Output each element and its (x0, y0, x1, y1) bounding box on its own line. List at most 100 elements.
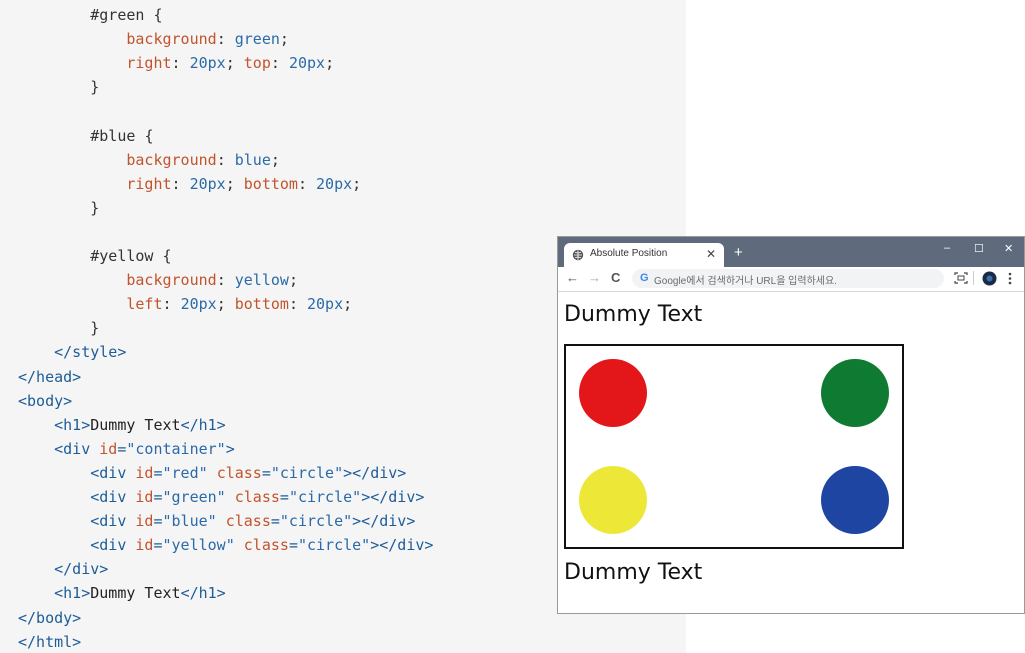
code-line: background: green; (18, 27, 289, 51)
code-token: </h1> (180, 584, 226, 603)
reload-icon[interactable]: C (611, 270, 620, 285)
code-token: background (18, 150, 217, 169)
code-token: class (234, 488, 280, 506)
code-line: <div id="red" class="circle"></div> (18, 461, 406, 485)
tab-absolute-position[interactable]: Absolute Position ✕ (564, 243, 724, 267)
globe-icon (572, 249, 584, 261)
red-circle (579, 359, 647, 427)
forward-arrow-icon[interactable]: → (588, 270, 601, 285)
code-token: ; (288, 271, 298, 290)
code-token: = (279, 488, 289, 506)
code-token: "circle" (270, 463, 344, 482)
code-token: : (216, 150, 235, 169)
code-token: 20px (288, 54, 326, 73)
code-token: = (153, 463, 163, 482)
close-window-button[interactable]: ✕ (1004, 242, 1013, 255)
code-token: #yellow (18, 247, 163, 265)
code-token: "circle" (279, 512, 353, 531)
code-token: : (162, 295, 181, 314)
code-token: </style> (18, 343, 127, 362)
tab-close-icon[interactable]: ✕ (706, 247, 716, 261)
code-token: left (18, 295, 163, 314)
code-token: id (135, 463, 154, 482)
heading-dummy-text-top: Dummy Text (564, 302, 703, 327)
code-token: Dummy Text (90, 415, 181, 434)
code-token: <div (18, 512, 136, 531)
code-token: Dummy Text (90, 584, 181, 603)
maximize-button[interactable]: ☐ (974, 242, 984, 255)
code-token: <div (18, 488, 136, 506)
code-token: : (288, 295, 307, 314)
code-line: <div id="blue" class="circle"></div> (18, 509, 415, 533)
container-box (564, 344, 904, 549)
code-token: id (135, 536, 154, 555)
code-token: top (243, 54, 271, 73)
page-viewport: Dummy Text Dummy Text (558, 292, 1024, 613)
code-token: right (18, 174, 172, 193)
code-line: #yellow { (18, 244, 172, 268)
code-line: <body> (18, 389, 72, 413)
code-token: <div (18, 463, 136, 482)
profile-avatar-icon[interactable] (982, 271, 997, 286)
code-token: : (216, 271, 235, 290)
code-token: : (216, 30, 235, 49)
code-token: "red" (162, 463, 208, 482)
code-token: 20px (189, 54, 226, 73)
address-bar-placeholder: Google에서 검색하거나 URL을 입력하세요. (654, 276, 837, 287)
code-token: <body> (18, 391, 73, 410)
code-token: { (162, 247, 172, 265)
heading-dummy-text-bottom: Dummy Text (564, 560, 703, 585)
menu-kebab-icon[interactable] (1008, 272, 1012, 285)
address-bar[interactable]: G Google에서 검색하거나 URL을 입력하세요. (632, 269, 944, 288)
code-token: ></div> (343, 463, 407, 482)
code-token: id (135, 488, 154, 506)
code-token: ></div> (370, 536, 434, 555)
code-line: background: yellow; (18, 268, 298, 292)
code-token: = (261, 463, 271, 482)
code-token: ></div> (352, 512, 416, 531)
code-token: { (153, 6, 163, 24)
minimize-button[interactable]: – (944, 242, 950, 254)
code-line: right: 20px; top: 20px; (18, 51, 334, 75)
code-token: } (18, 319, 100, 338)
code-token: : (270, 54, 289, 73)
code-token: <div (18, 536, 136, 555)
code-line: <div id="yellow" class="circle"></div> (18, 533, 433, 557)
code-token: "container" (126, 439, 226, 458)
code-token: 20px (316, 174, 353, 193)
code-line: } (18, 75, 99, 99)
code-token: bottom (243, 174, 298, 193)
code-token: "green" (162, 488, 226, 506)
code-line: } (18, 316, 99, 340)
code-token: ; (352, 174, 362, 193)
code-line: <h1>Dummy Text</h1> (18, 581, 226, 605)
code-token: <h1> (18, 584, 91, 603)
code-token: yellow (234, 271, 289, 290)
code-token: right (18, 54, 172, 73)
code-token: class (225, 512, 271, 531)
code-token: ; (270, 150, 280, 169)
code-line: <h1>Dummy Text</h1> (18, 413, 226, 437)
code-token: ; (216, 295, 235, 314)
toolbar-divider (973, 271, 974, 285)
code-token: "blue" (162, 512, 217, 531)
green-circle (821, 359, 889, 427)
code-token: blue (234, 150, 271, 169)
code-line: right: 20px; bottom: 20px; (18, 172, 361, 196)
code-token: ; (343, 295, 353, 314)
code-token: </html> (18, 632, 82, 651)
code-token: 20px (180, 295, 217, 314)
new-tab-button[interactable]: + (734, 244, 743, 261)
code-token: </div> (18, 560, 109, 579)
google-icon: G (640, 272, 649, 284)
screenshot-icon[interactable] (954, 272, 968, 284)
code-token: id (135, 512, 154, 531)
back-arrow-icon[interactable]: ← (566, 270, 579, 285)
code-token: ; (325, 54, 335, 73)
browser-window: Absolute Position ✕ + – ☐ ✕ ← → C G Goog… (557, 236, 1025, 614)
code-line: </html> (18, 630, 81, 653)
tab-title: Absolute Position (590, 248, 668, 259)
code-token: = (153, 488, 163, 506)
browser-title-bar: Absolute Position ✕ + – ☐ ✕ (558, 237, 1024, 267)
